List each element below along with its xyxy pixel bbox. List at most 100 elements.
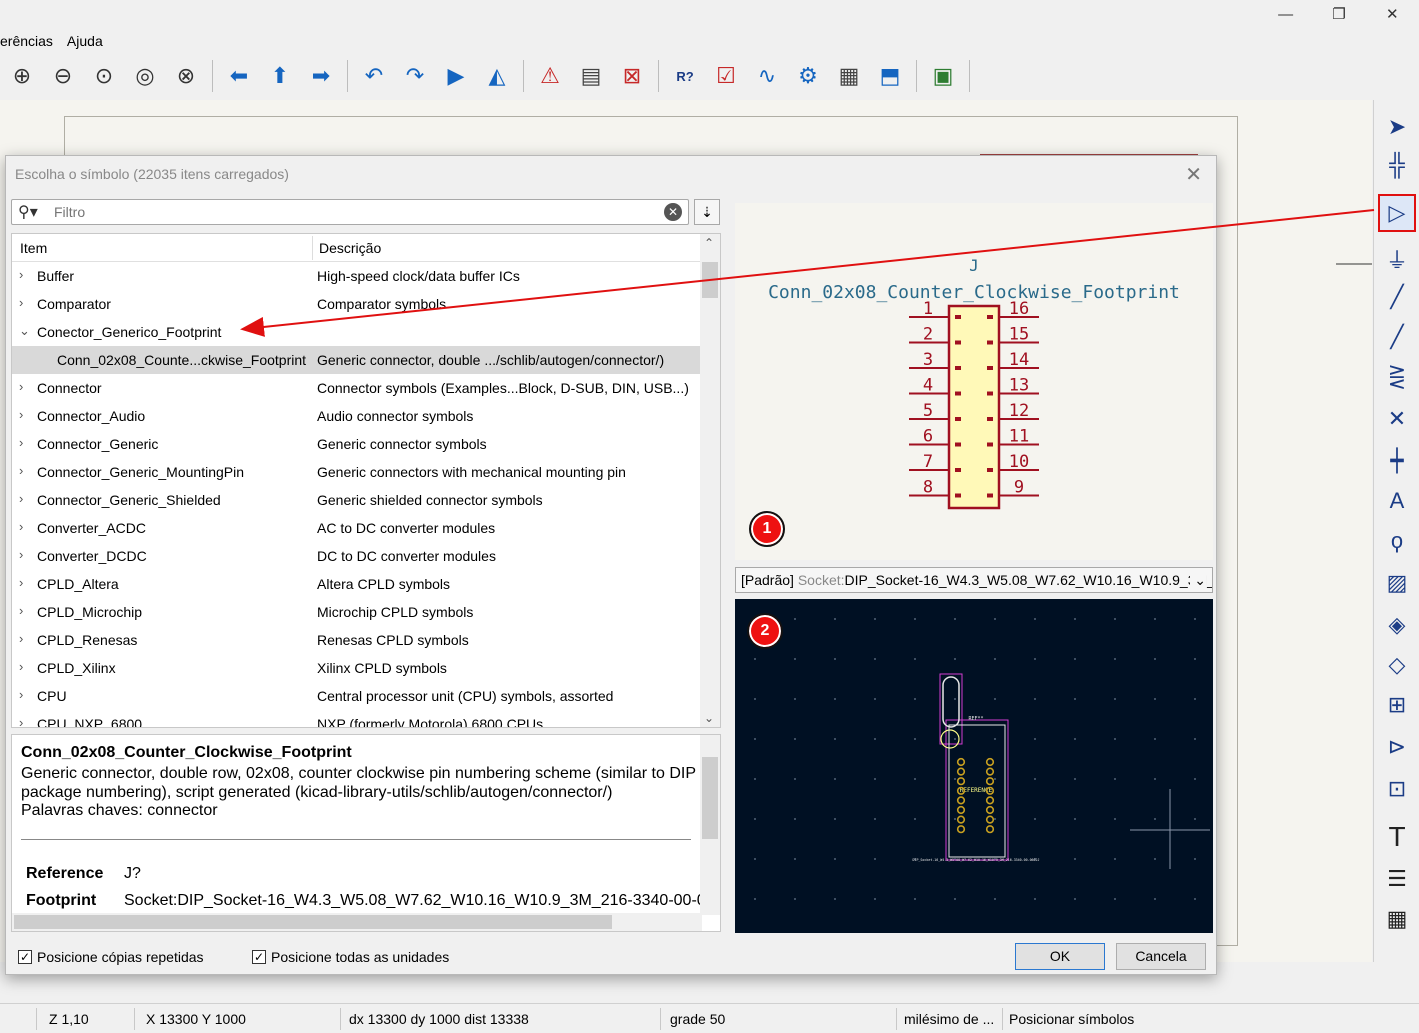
column-header-item[interactable]: Item [20, 240, 47, 256]
tree-library-row[interactable]: › Connector Connector symbols (Examples...… [12, 374, 700, 402]
up-icon[interactable]: ⬆ [262, 58, 298, 94]
search-icon[interactable]: ⚲▾ [18, 202, 38, 222]
netlist-icon[interactable]: ⚙ [790, 58, 826, 94]
chevron-right-icon[interactable]: › [19, 407, 23, 422]
tree-library-row[interactable]: › Connector_Audio Audio connector symbols [12, 402, 700, 430]
scroll-thumb[interactable] [14, 915, 612, 929]
chevron-right-icon[interactable]: › [19, 295, 23, 310]
add-textbox-icon[interactable]: ☰ [1378, 860, 1416, 898]
pcb-icon[interactable]: ▣ [925, 58, 961, 94]
add-sheet-icon[interactable]: ⊞ [1378, 686, 1416, 724]
clear-filter-icon[interactable]: ✕ [664, 203, 682, 221]
add-power-icon[interactable]: ⏚ [1378, 240, 1416, 278]
chevron-right-icon[interactable]: › [19, 379, 23, 394]
add-table-icon[interactable]: ▦ [1378, 900, 1416, 938]
scroll-thumb[interactable] [702, 262, 718, 298]
tree-symbol-row[interactable]: Conn_02x08_Counte...ckwise_Footprint Gene… [12, 346, 700, 374]
minimize-button[interactable]: — [1259, 0, 1312, 30]
scroll-up-icon[interactable]: ⌃ [704, 236, 714, 250]
bom-icon[interactable]: ⬒ [872, 58, 908, 94]
column-header-description[interactable]: Descrição [319, 240, 381, 256]
details-vscrollbar[interactable] [700, 735, 720, 915]
undo-icon[interactable]: ↶ [356, 58, 392, 94]
zoom-fit-icon[interactable]: ⊙ [86, 58, 122, 94]
no-connect-icon[interactable]: ✕ [1378, 400, 1416, 438]
hier-pin-icon[interactable]: ◈ [1378, 606, 1416, 644]
scroll-thumb[interactable] [702, 757, 718, 839]
add-bus-icon[interactable]: ╱ [1378, 318, 1416, 356]
chevron-right-icon[interactable]: › [19, 519, 23, 534]
tree-library-row[interactable]: › CPLD_Xilinx Xilinx CPLD symbols [12, 654, 700, 682]
tree-library-row[interactable]: › CPLD_Microchip Microchip CPLD symbols [12, 598, 700, 626]
forward-icon[interactable]: ➡ [303, 58, 339, 94]
simulator-icon[interactable]: ∿ [749, 58, 785, 94]
redo-icon[interactable]: ↷ [397, 58, 433, 94]
global-label-icon[interactable]: ϙ [1378, 522, 1416, 560]
column-separator[interactable] [312, 236, 313, 260]
erc-icon[interactable]: ⚠ [532, 58, 568, 94]
chevron-right-icon[interactable]: › [19, 631, 23, 646]
mirror-v-icon[interactable]: ◭ [479, 58, 515, 94]
add-bus-entry-icon[interactable]: ⋛ [1378, 358, 1416, 396]
chevron-right-icon[interactable]: › [19, 687, 23, 702]
restore-button[interactable]: ❐ [1312, 0, 1365, 30]
filter-input[interactable] [54, 203, 654, 221]
tree-library-row[interactable]: ⌄ Conector_Generico_Footprint [12, 318, 700, 346]
footprint-select[interactable]: [Padrão] Socket:DIP_Socket-16_W4.3_W5.08… [735, 567, 1213, 593]
add-text-icon[interactable]: T [1378, 818, 1416, 856]
scroll-down-icon[interactable]: ⌄ [704, 711, 714, 725]
import-sheet-pin-icon[interactable]: ⊳ [1378, 728, 1416, 766]
hierarchical-label-icon[interactable]: ▨ [1378, 564, 1416, 602]
tree-library-row[interactable]: › CPLD_Altera Altera CPLD symbols [12, 570, 700, 598]
chevron-right-icon[interactable]: › [19, 715, 23, 727]
zoom-in-icon[interactable]: ⊕ [4, 58, 40, 94]
tree-scrollbar[interactable]: ⌃ ⌄ [700, 234, 720, 727]
bus-unfold-icon[interactable]: ☑ [708, 58, 744, 94]
chevron-right-icon[interactable]: › [19, 575, 23, 590]
tree-library-row[interactable]: › Connector_Generic_MountingPin Generic co… [12, 458, 700, 486]
tree-library-row[interactable]: › CPLD_Renesas Renesas CPLD symbols [12, 626, 700, 654]
chevron-right-icon[interactable]: › [19, 603, 23, 618]
zoom-out-icon[interactable]: ⊖ [45, 58, 81, 94]
add-symbol-icon[interactable]: ▷ [1378, 194, 1416, 232]
tree-library-row[interactable]: › Converter_ACDC AC to DC converter module… [12, 514, 700, 542]
annotate-r-icon[interactable]: R? [667, 58, 703, 94]
mirror-h-icon[interactable]: ▶ [438, 58, 474, 94]
annotate-icon[interactable]: ⊠ [614, 58, 650, 94]
table-icon[interactable]: ▦ [831, 58, 867, 94]
tree-library-row[interactable]: › Connector_Generic Generic connector symb… [12, 430, 700, 458]
tree-library-row[interactable]: › CPU_NXP_6800 NXP (formerly Motorola) 680… [12, 710, 700, 727]
zoom-objects-icon[interactable]: ◎ [127, 58, 163, 94]
junction-icon[interactable]: ┿ [1378, 442, 1416, 480]
tree-library-row[interactable]: › Buffer High-speed clock/data buffer ICs [12, 262, 700, 290]
tree-library-row[interactable]: › Converter_DCDC DC to DC converter module… [12, 542, 700, 570]
sort-options-button[interactable]: ⇣ [694, 199, 720, 225]
tree-library-row[interactable]: › CPU Central processor unit (CPU) symbols… [12, 682, 700, 710]
menu-preferences[interactable]: erências [0, 30, 53, 52]
chevron-right-icon[interactable]: › [19, 659, 23, 674]
library-browser-icon[interactable]: ▤ [573, 58, 609, 94]
details-hscrollbar[interactable] [12, 913, 702, 931]
select-icon[interactable]: ➤ [1378, 108, 1416, 146]
menu-help[interactable]: Ajuda [67, 30, 103, 52]
chevron-right-icon[interactable]: › [19, 463, 23, 478]
close-window-button[interactable]: ✕ [1366, 0, 1419, 30]
ok-button[interactable]: OK [1015, 943, 1105, 970]
net-label-icon[interactable]: A [1378, 482, 1416, 520]
tree-library-row[interactable]: › Comparator Comparator symbols [12, 290, 700, 318]
chevron-right-icon[interactable]: › [19, 435, 23, 450]
dialog-close-icon[interactable]: ✕ [1185, 162, 1202, 187]
checkbox-check-icon[interactable]: ✓ [18, 950, 32, 964]
sheet-pin-icon[interactable]: ◇ [1378, 646, 1416, 684]
chevron-down-icon[interactable]: ⌄ [1190, 568, 1206, 592]
zoom-selection-icon[interactable]: ⊗ [168, 58, 204, 94]
checkbox-check-icon[interactable]: ✓ [252, 950, 266, 964]
highlight-net-icon[interactable]: ╬ [1378, 146, 1416, 184]
add-wire-icon[interactable]: ╱ [1378, 278, 1416, 316]
back-icon[interactable]: ⬅ [221, 58, 257, 94]
chevron-right-icon[interactable]: › [19, 267, 23, 282]
chevron-right-icon[interactable]: › [19, 491, 23, 506]
add-image-icon[interactable]: ⊡ [1378, 770, 1416, 808]
repeat-copies-checkbox[interactable]: ✓ Posicione cópias repetidas [18, 949, 204, 965]
tree-library-row[interactable]: › Connector_Generic_Shielded Generic shiel… [12, 486, 700, 514]
